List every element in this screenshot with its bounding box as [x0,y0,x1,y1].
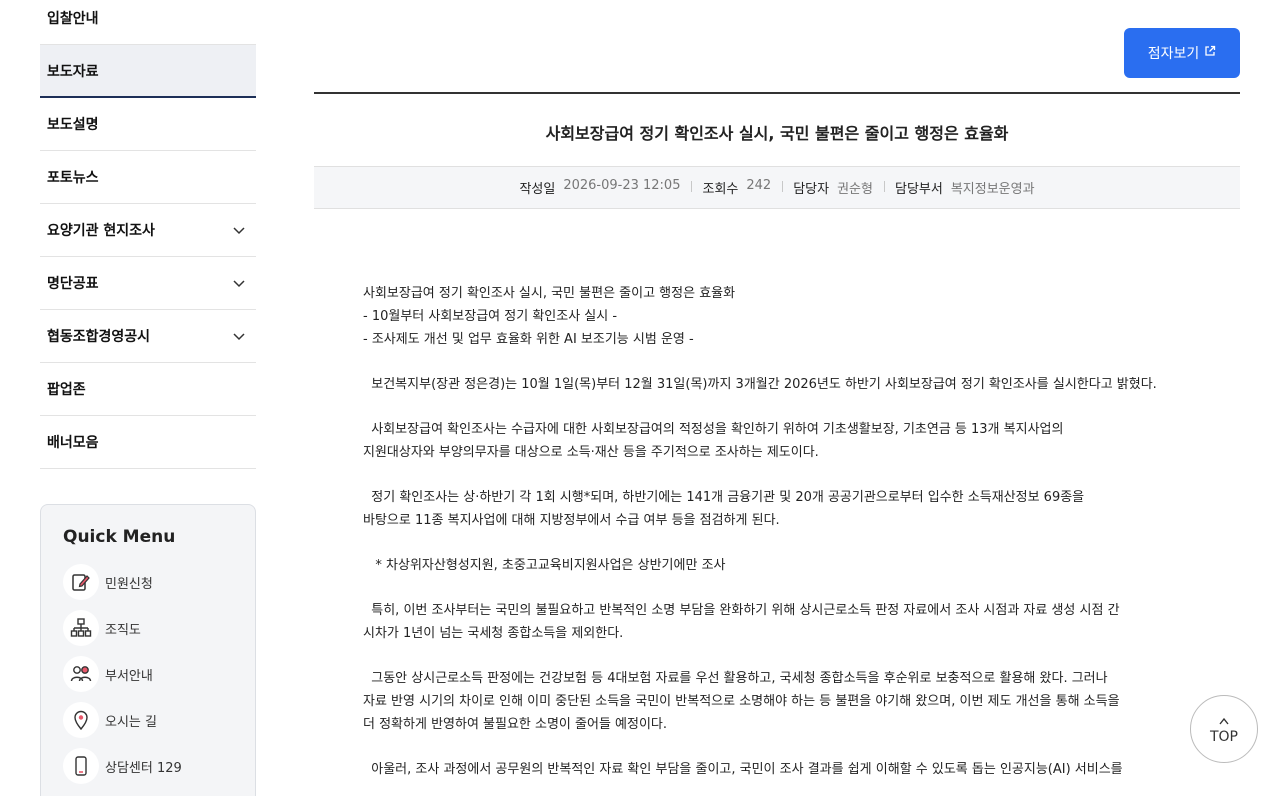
sidebar-item-popup-zone[interactable]: 팝업존 [40,363,256,416]
meta-value: 2026-09-23 12:05 [563,178,681,193]
people-icon [63,656,99,692]
chevron-down-icon[interactable] [232,223,246,237]
sidebar-item-label: 보도자료 [47,63,99,80]
external-link-icon [1204,45,1216,61]
braille-view-label: 점자보기 [1147,46,1200,62]
scroll-top-button[interactable]: TOP [1190,695,1258,763]
quick-item-label: 오시는 길 [105,714,157,730]
body-footnote: * 차상위자산형성지원, 초중고교육비지원사업은 상반기에만 조사 [363,558,726,573]
location-pin-icon [63,702,99,738]
sidebar-item-label: 요양기관 현지조사 [47,223,155,239]
sidebar-item-label: 명단공표 [47,276,99,292]
quick-item-civil-petition[interactable]: 민원신청 [63,559,255,605]
meta-label: 담당부서 [894,182,943,197]
meta-value: 242 [746,178,772,193]
body-headline: 사회보장급여 정기 확인조사 실시, 국민 불편은 줄이고 행정은 효율화 [363,286,736,301]
meta-label: 조회수 [702,182,739,197]
quick-item-department-guide[interactable]: 부서안내 [63,651,255,697]
quick-item-org-chart[interactable]: 조직도 [63,605,255,651]
scroll-top-label: TOP [1209,729,1238,745]
quick-item-label: 조직도 [105,622,141,638]
sidebar-item-label: 배너모음 [47,435,99,451]
form-edit-icon [63,564,99,600]
quick-menu-title: Quick Menu [63,527,176,547]
divider [314,92,1240,94]
meta-label: 담당자 [793,182,830,197]
sidebar-item-onsite-investigation[interactable]: 요양기관 현지조사 [40,204,256,257]
body-paragraph: 보건복지부(장관 정은경)는 10월 1일(목)부터 12월 31일(목)까지 … [363,377,1157,392]
article-title: 사회보장급여 정기 확인조사 실시, 국민 불편은 줄이고 행정은 효율화 [545,124,1009,143]
meta-date: 작성일 2026-09-23 12:05 [508,178,691,197]
sidebar-item-photo-news[interactable]: 포토뉴스 [40,151,256,204]
quick-item-label: 상담센터 129 [105,760,182,776]
sidebar-item-press-explanation[interactable]: 보도설명 [40,98,256,151]
sidebar-item-list-disclosure[interactable]: 명단공표 [40,257,256,310]
quick-item-label: 부서안내 [105,668,153,684]
sidebar-item-label: 협동조합경영공시 [47,329,151,345]
body-paragraph: 그동안 상시근로소득 판정에는 건강보험 등 4대보험 자료를 우선 활용하고,… [363,671,1120,732]
body-paragraph: 사회보장급여 확인조사는 수급자에 대한 사회보장급여의 적정성을 확인하기 위… [363,422,1064,460]
body-paragraph: 아울러, 조사 과정에서 공무원의 반복적인 자료 확인 부담을 줄이고, 국민… [363,762,1123,777]
sidebar-item-label: 입찰안내 [47,11,99,27]
body-subheadline: - 10월부터 사회보장급여 정기 확인조사 실시 - [363,309,618,324]
quick-item-call-center[interactable]: 상담센터 129 [63,743,255,789]
body-subheadline: - 조사제도 개선 및 업무 효율화 위한 AI 보조기능 시범 운영 - [363,332,694,347]
sidebar-item-bid-notice[interactable]: 입찰안내 [40,0,256,45]
meta-value: 복지정보운영과 [950,182,1035,197]
arrow-up-icon [1218,713,1230,729]
sidebar-menu: 입찰안내 보도자료 보도설명 포토뉴스 요양기관 현지조사 명단공표 협동조합경… [40,0,256,469]
quick-menu: Quick Menu 민원신청 조직도 부서안내 오시는 길 상담센터 129 [40,504,256,796]
meta-department: 담당부서 복지정보운영과 [883,178,1046,197]
article-body: 사회보장급여 정기 확인조사 실시, 국민 불편은 줄이고 행정은 효율화 - … [363,282,1183,781]
sidebar-item-label: 팝업존 [47,382,86,398]
meta-views: 조회수 242 [691,178,782,197]
body-paragraph: 특히, 이번 조사부터는 국민의 불필요하고 반복적인 소명 부담을 완화하기 … [363,603,1120,641]
org-chart-icon [63,610,99,646]
chevron-down-icon[interactable] [232,276,246,290]
meta-manager: 담당자 권순형 [782,178,884,197]
chevron-down-icon[interactable] [232,329,246,343]
sidebar-item-label: 포토뉴스 [47,170,99,186]
meta-label: 작성일 [519,182,556,197]
braille-view-button[interactable]: 점자보기 [1124,28,1240,78]
phone-icon [63,748,99,784]
sidebar-item-label: 보도설명 [47,117,99,133]
sidebar-item-press-release[interactable]: 보도자료 [40,45,256,98]
body-paragraph: 정기 확인조사는 상·하반기 각 1회 시행*되며, 하반기에는 141개 금융… [363,490,1085,528]
article-meta: 작성일 2026-09-23 12:05 조회수 242 담당자 권순형 담당부… [314,166,1240,209]
quick-item-directions[interactable]: 오시는 길 [63,697,255,743]
sidebar-item-banner-collection[interactable]: 배너모음 [40,416,256,469]
sidebar: 입찰안내 보도자료 보도설명 포토뉴스 요양기관 현지조사 명단공표 협동조합경… [40,0,256,796]
quick-item-label: 민원신청 [105,576,153,592]
sidebar-item-cooperative-disclosure[interactable]: 협동조합경영공시 [40,310,256,363]
meta-value: 권순형 [837,182,873,197]
